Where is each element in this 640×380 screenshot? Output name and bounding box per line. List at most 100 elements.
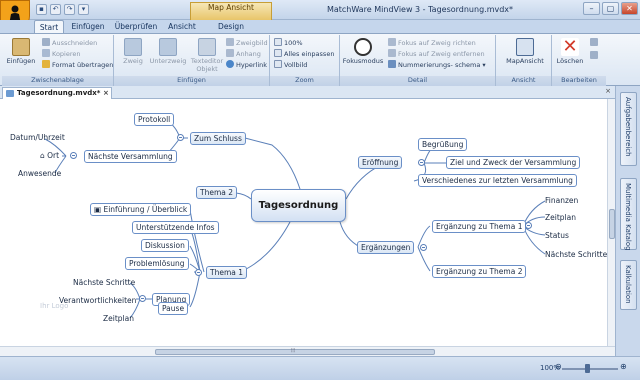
zoom-in-icon[interactable]: ⊕ <box>620 362 627 371</box>
redo-icon[interactable]: ↷ <box>64 4 75 15</box>
node-verschiedenes[interactable]: Verschiedenes zur letzten Versammlung <box>418 174 577 187</box>
numbering-scheme-dropdown[interactable]: Nummerierungs- schema ▾ <box>388 60 486 70</box>
node-begruessung[interactable]: Begrüßung <box>418 138 468 151</box>
subbranch-button[interactable]: Unterzweig <box>148 38 188 65</box>
paperclip-icon <box>226 49 234 57</box>
node-status[interactable]: Status <box>545 230 569 241</box>
node-problemloesung[interactable]: Problemlösung <box>125 257 189 270</box>
collapse-toggle-icon[interactable] <box>177 134 184 141</box>
focus-remove-button[interactable]: Fokus auf Zweig entfernen <box>388 49 485 59</box>
focus-mode-button[interactable]: Fokusmodus <box>342 38 384 65</box>
document-tab-close-icon[interactable]: × <box>103 88 109 99</box>
node-datum-uhrzeit[interactable]: Datum/Uhrzeit <box>10 132 65 143</box>
title-bar: ▪ ↶ ↷ ▾ Map Ansicht MatchWare MindView 3… <box>0 0 640 30</box>
vertical-scrollbar[interactable] <box>607 99 615 346</box>
fullscreen-icon <box>274 60 282 68</box>
tab-multimedia-katalog[interactable]: Multimedia Katalog <box>620 178 637 251</box>
fit-all-button[interactable]: Alles einpassen <box>274 49 334 59</box>
faded-logo-text: Ihr Logo <box>40 302 69 310</box>
node-naechste-schritte[interactable]: Nächste Schritte <box>73 277 135 288</box>
document-close-icon[interactable]: × <box>605 87 611 95</box>
find-icon <box>590 51 598 59</box>
save-icon[interactable]: ▪ <box>36 4 47 15</box>
horizontal-scroll-thumb[interactable]: ⦙⦙⦙ <box>155 347 435 355</box>
quick-access-toolbar: ▪ ↶ ↷ ▾ <box>36 4 89 15</box>
group-label-detail: Detail <box>340 76 495 86</box>
horizontal-scrollbar[interactable]: ⦙⦙⦙ <box>0 346 615 356</box>
maximize-button[interactable]: ▢ <box>602 2 619 15</box>
node-naechste-versammlung[interactable]: Nächste Versammlung <box>84 150 177 163</box>
group-insert: Zweig Unterzweig Texteditor Objekt Zweig… <box>114 35 270 86</box>
hyperlink-button[interactable]: Hyperlink <box>226 60 267 70</box>
node-zeitplan-2[interactable]: Zeitplan <box>545 212 576 223</box>
collapse-toggle-icon[interactable] <box>525 222 532 229</box>
brush-icon <box>42 60 50 68</box>
zoom-100-button[interactable]: 100% <box>274 38 303 48</box>
branch-ergaenzungen[interactable]: Ergänzungen <box>357 241 415 254</box>
cut-button[interactable]: Ausschneiden <box>42 38 97 48</box>
mindmap-canvas[interactable]: Tagesordnung Zum Schluss Protokoll Nächs… <box>0 99 607 346</box>
central-topic[interactable]: Tagesordnung <box>251 189 346 222</box>
tab-einfuegen[interactable]: Einfügen <box>70 20 106 34</box>
node-pause[interactable]: Pause <box>158 302 189 315</box>
text-object-button[interactable]: Texteditor Objekt <box>188 38 226 73</box>
node-zeitplan[interactable]: Zeitplan <box>103 313 134 324</box>
group-view: MapAnsicht Ansicht <box>496 35 552 86</box>
node-finanzen[interactable]: Finanzen <box>545 195 578 206</box>
node-naechste-schritte-2[interactable]: Nächste Schritte <box>545 249 607 260</box>
edit-extra-button-1[interactable] <box>590 38 600 48</box>
tab-ueberpruefen[interactable]: Überprüfen <box>114 20 158 34</box>
node-ergaenzung-thema-1[interactable]: Ergänzung zu Thema 1 <box>432 220 527 233</box>
tab-kalkulation[interactable]: Kalkulation <box>620 260 637 310</box>
branch-zum-schluss[interactable]: Zum Schluss <box>190 132 246 145</box>
focus-branch-button[interactable]: Fokus auf Zweig richten <box>388 38 476 48</box>
collapse-toggle-icon[interactable] <box>195 269 202 276</box>
node-protokoll[interactable]: Protokoll <box>134 113 175 126</box>
branch-icon <box>124 38 142 56</box>
branch-image-button[interactable]: Zweigbild <box>226 38 268 48</box>
context-tab-map-ansicht[interactable]: Map Ansicht <box>190 2 272 20</box>
delete-button[interactable]: ✕ Löschen <box>554 38 586 66</box>
branch-thema-1[interactable]: Thema 1 <box>206 266 248 279</box>
tab-aufgabenbereich[interactable]: Aufgabenbereich <box>620 92 637 166</box>
tab-ansicht[interactable]: Ansicht <box>166 20 198 34</box>
format-painter-button[interactable]: Format übertragen <box>42 60 113 70</box>
paste-button[interactable]: Einfügen <box>4 38 38 65</box>
copy-button[interactable]: Kopieren <box>42 49 81 59</box>
collapse-toggle-icon[interactable] <box>418 159 425 166</box>
collapse-toggle-icon[interactable] <box>420 244 427 251</box>
collapse-toggle-icon[interactable] <box>70 152 77 159</box>
map-view-button[interactable]: MapAnsicht <box>504 38 546 65</box>
zoom-slider[interactable] <box>562 368 618 370</box>
branch-thema-2[interactable]: Thema 2 <box>196 186 238 199</box>
tab-start[interactable]: Start <box>34 20 64 34</box>
clipboard-icon <box>12 38 30 56</box>
document-tab[interactable]: Tagesordnung.mvdx* × <box>2 87 112 99</box>
group-detail: Fokusmodus Fokus auf Zweig richten Fokus… <box>340 35 496 86</box>
branch-eroeffnung[interactable]: Eröffnung <box>358 156 403 169</box>
node-diskussion[interactable]: Diskussion <box>141 239 189 252</box>
globe-icon <box>226 60 234 68</box>
branch-button[interactable]: Zweig <box>116 38 150 65</box>
node-ziel-und-zweck[interactable]: Ziel und Zweck der Versammlung <box>446 156 581 169</box>
node-ergaenzung-thema-2[interactable]: Ergänzung zu Thema 2 <box>432 265 527 278</box>
group-label-edit: Bearbeiten <box>552 76 606 86</box>
attachment-button[interactable]: Anhang <box>226 49 261 59</box>
minimize-button[interactable]: – <box>583 2 600 15</box>
node-einfuehrung[interactable]: ▣ Einführung / Überblick <box>90 203 192 216</box>
node-ort[interactable]: ⌂ Ort <box>40 150 59 161</box>
zoom-100-icon <box>274 38 282 46</box>
undo-icon[interactable]: ↶ <box>50 4 61 15</box>
close-button[interactable]: ✕ <box>621 2 638 15</box>
qat-dropdown-icon[interactable]: ▾ <box>78 4 89 15</box>
zoom-out-icon[interactable]: ⊖ <box>555 362 562 371</box>
fullscreen-button[interactable]: Vollbild <box>274 60 307 70</box>
tab-design[interactable]: Design <box>216 20 246 34</box>
node-verantwortlichkeiten[interactable]: Verantwortlichkeiten <box>59 295 136 306</box>
focus-branch-icon <box>388 38 396 46</box>
node-anwesende[interactable]: Anwesende <box>18 168 61 179</box>
collapse-toggle-icon[interactable] <box>139 295 146 302</box>
zoom-slider-handle[interactable] <box>585 364 590 373</box>
node-unterstuetzende-infos[interactable]: Unterstützende Infos <box>132 221 219 234</box>
edit-extra-button-2[interactable] <box>590 51 600 61</box>
